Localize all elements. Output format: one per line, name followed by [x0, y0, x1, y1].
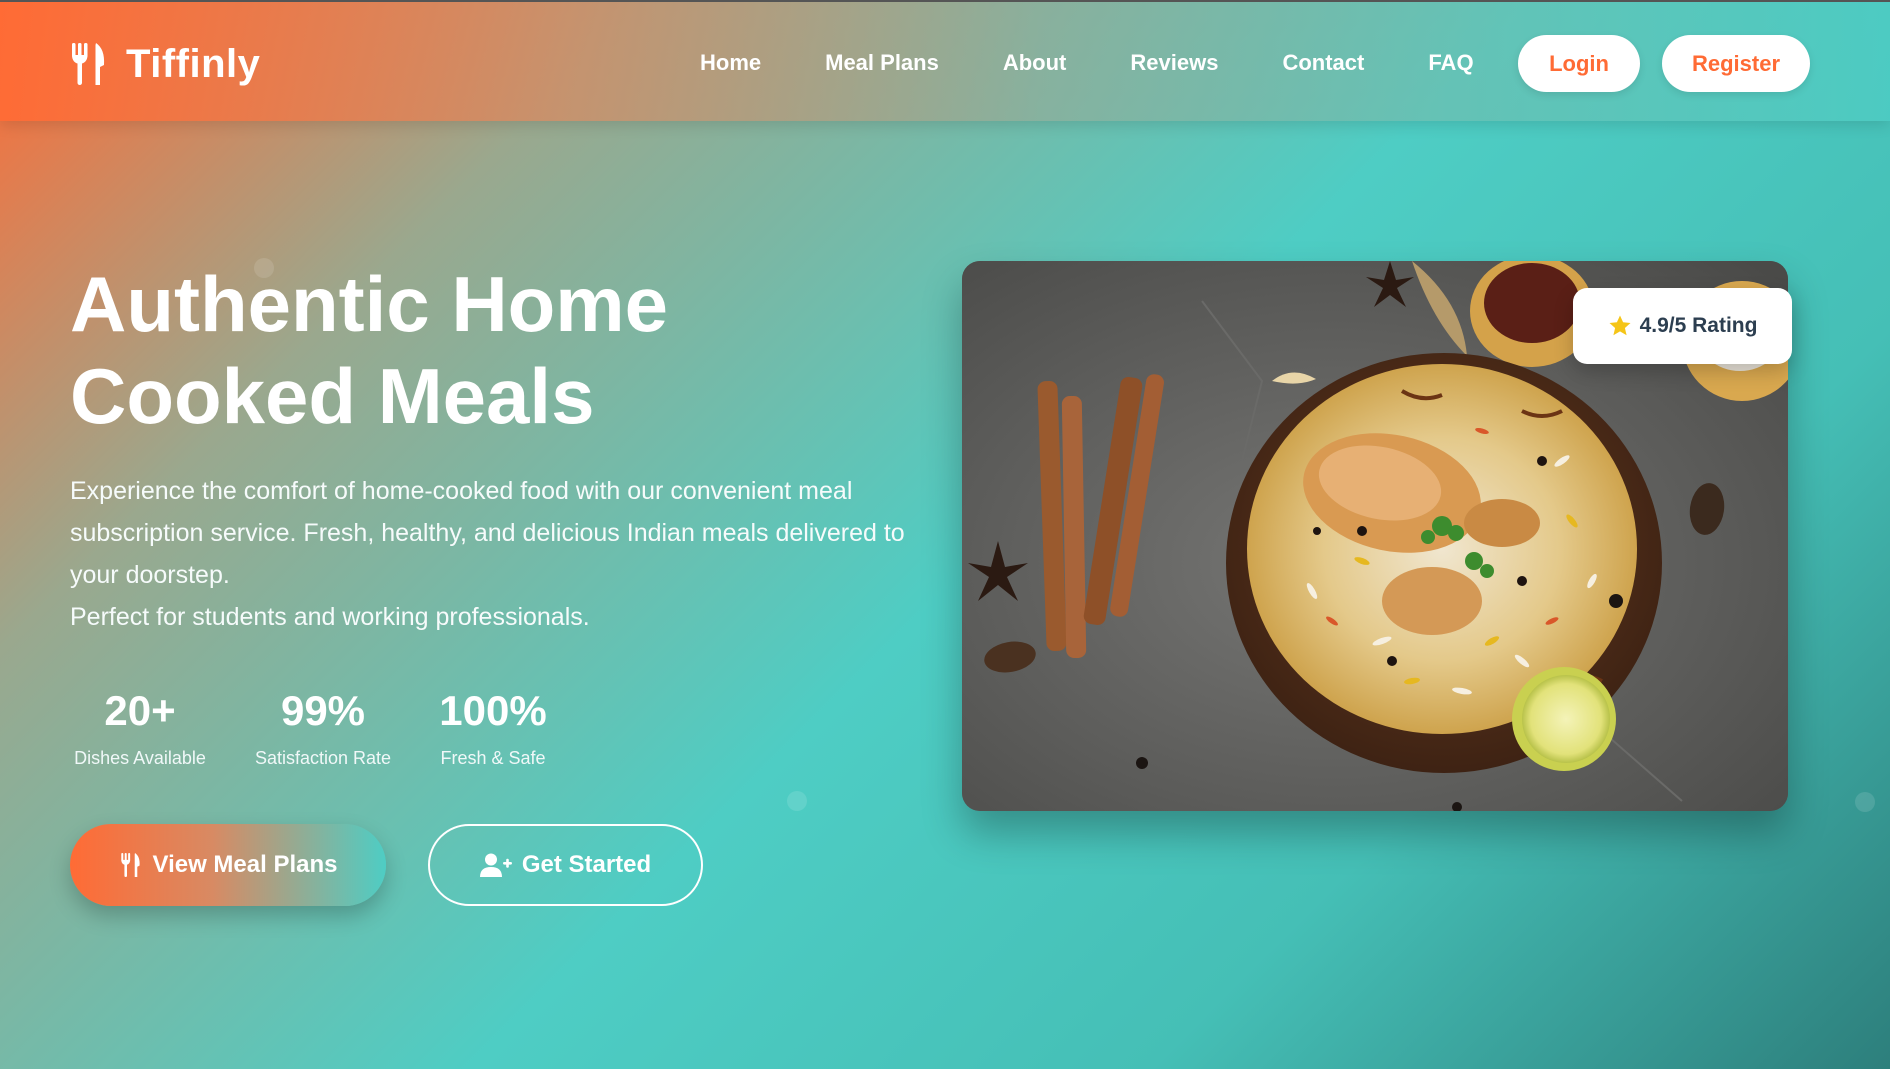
hero-description-line: Experience the comfort of home-cooked fo… — [70, 477, 853, 505]
rating-badge: 4.9/5 Rating — [1573, 288, 1792, 364]
stat-dishes: 20+ Dishes Available — [70, 686, 210, 769]
nav-link-about[interactable]: About — [1003, 50, 1067, 76]
decor-dot — [787, 791, 807, 811]
rating-label: 4.9/5 Rating — [1639, 314, 1758, 337]
stat-label: Fresh & Safe — [440, 748, 546, 768]
hero-title: Authentic Home Cooked Meals — [70, 258, 870, 442]
nav-link-contact[interactable]: Contact — [1282, 50, 1364, 76]
login-button[interactable]: Login — [1518, 35, 1640, 92]
utensils-icon — [72, 43, 105, 85]
hero-title-line: Cooked Meals — [70, 352, 595, 440]
stat-value: 99% — [280, 687, 366, 734]
stat-label: Satisfaction Rate — [254, 748, 392, 768]
view-meal-plans-button[interactable]: View Meal Plans — [70, 824, 386, 906]
nav-link-faq[interactable]: FAQ — [1428, 50, 1473, 76]
get-started-label: Get Started — [521, 851, 652, 878]
utensils-icon — [120, 853, 140, 877]
get-started-button[interactable]: Get Started — [428, 824, 703, 906]
register-button[interactable]: Register — [1662, 35, 1810, 92]
hero-description-line: Perfect for students and working profess… — [70, 603, 590, 631]
nav-link-home[interactable]: Home — [700, 50, 761, 76]
stat-value: 100% — [439, 687, 547, 734]
hero-description-line: subscription service. Fresh, healthy, an… — [70, 519, 905, 547]
star-icon — [1609, 315, 1631, 336]
view-meal-plans-label: View Meal Plans — [152, 851, 338, 878]
stat-satisfaction: 99% Satisfaction Rate — [250, 686, 396, 769]
nav-link-reviews[interactable]: Reviews — [1130, 50, 1218, 76]
stat-value: 20+ — [104, 687, 176, 734]
decor-dot — [1855, 792, 1875, 812]
navbar: Tiffinly Home Meal Plans About Reviews C… — [0, 0, 1890, 121]
stat-fresh: 100% Fresh & Safe — [434, 686, 552, 769]
nav-links: Home Meal Plans About Reviews Contact FA… — [700, 50, 1474, 76]
nav-link-meal-plans[interactable]: Meal Plans — [825, 50, 939, 76]
hero-description: Experience the comfort of home-cooked fo… — [70, 470, 950, 638]
stat-label: Dishes Available — [74, 748, 206, 768]
hero-title-line: Authentic Home — [70, 260, 669, 348]
hero-description-line: your doorstep. — [70, 561, 230, 589]
brand[interactable]: Tiffinly — [70, 40, 260, 88]
user-plus-icon — [479, 853, 512, 877]
brand-name: Tiffinly — [126, 41, 261, 86]
